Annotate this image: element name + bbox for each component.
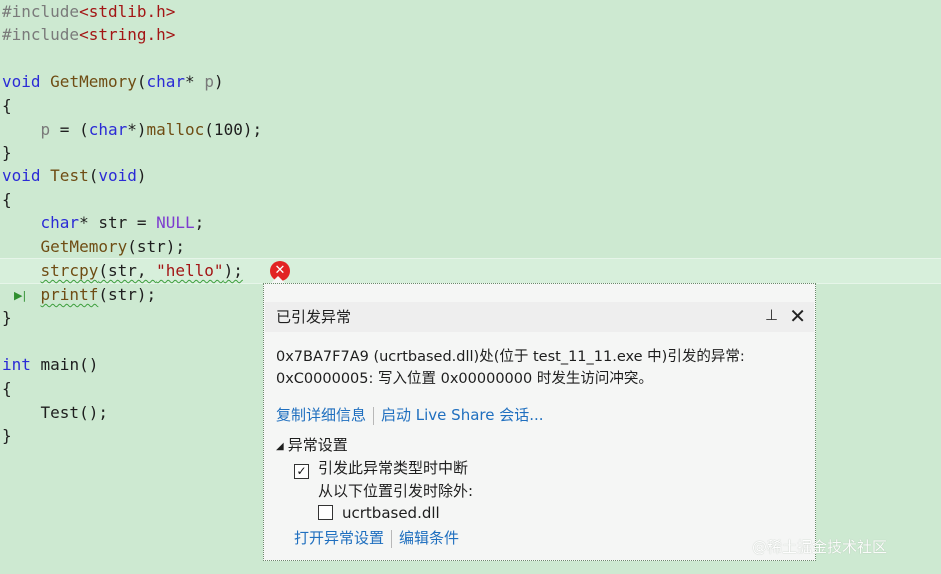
include-file: <stdlib.h>	[79, 2, 176, 21]
keyword: char	[40, 213, 80, 232]
code-line-11: GetMemory(str);	[2, 235, 186, 259]
code-line-14: }	[2, 308, 12, 327]
function-name: printf	[40, 285, 99, 304]
exception-message: 0x7BA7F7A9 (ucrtbased.dll)处(位于 test_11_1…	[276, 346, 806, 390]
function-name: Test	[50, 166, 89, 185]
close-icon[interactable]: ✕	[789, 304, 806, 328]
punct: ();	[79, 403, 108, 422]
punct: (str);	[98, 285, 157, 304]
string-literal: "hello"	[156, 261, 224, 280]
code-line-17: {	[2, 379, 12, 398]
punct: );	[223, 261, 243, 280]
punct: *)	[127, 120, 147, 139]
exception-message-line-1: 0x7BA7F7A9 (ucrtbased.dll)处(位于 test_11_1…	[276, 349, 745, 365]
code-line-1: #include<stdlib.h>	[2, 0, 175, 24]
squiggle-statement: printf	[41, 285, 99, 304]
popup-title: 已引发异常	[276, 308, 352, 326]
break-on-exception-label: 引发此异常类型时中断	[318, 459, 469, 477]
code-line-18: Test();	[2, 401, 108, 425]
break-on-exception-checkbox[interactable]: ✓	[294, 464, 309, 479]
code-line-19: }	[2, 426, 12, 445]
function-call: Test	[40, 403, 80, 422]
function-name: GetMemory	[50, 72, 137, 91]
preprocessor-directive: #include	[2, 2, 80, 21]
code-line-9: {	[2, 190, 12, 209]
function-name: strcpy	[40, 261, 99, 280]
except-label: 从以下位置引发时除外:	[318, 482, 474, 500]
code-line-4: void GetMemory(char* p)	[2, 70, 224, 94]
punct: = (	[50, 120, 89, 139]
open-exception-settings-link[interactable]: 打开异常设置	[294, 529, 384, 547]
function-name: malloc	[146, 120, 205, 139]
popup-settings-links: 打开异常设置 编辑条件	[294, 527, 459, 549]
ucrtbased-checkbox[interactable]	[318, 505, 333, 520]
keyword: char	[146, 72, 186, 91]
punct: )	[213, 72, 224, 91]
code-line-2: #include<string.h>	[2, 23, 175, 47]
include-file: <string.h>	[79, 25, 176, 44]
keyword: void	[2, 166, 41, 185]
live-share-link[interactable]: 启动 Live Share 会话...	[381, 406, 544, 424]
code-line-12: strcpy(str, "hello");	[2, 259, 243, 283]
popup-action-links: 复制详细信息 启动 Live Share 会话...	[276, 404, 544, 426]
punct: (100);	[204, 120, 263, 139]
code-line-16: int main()	[2, 353, 98, 377]
edit-conditions-link[interactable]: 编辑条件	[399, 529, 459, 547]
exception-message-line-2: 0xC0000005: 写入位置 0x00000000 时发生访问冲突。	[276, 371, 653, 387]
keyword: char	[88, 120, 128, 139]
pin-icon[interactable]: ⊥	[765, 306, 778, 324]
function-name: main()	[30, 355, 99, 374]
watermark: @稀土掘金技术社区	[752, 538, 888, 556]
parameter: p	[40, 120, 51, 139]
code-line-7: }	[2, 143, 12, 162]
squiggle-statement: strcpy(str, "hello");	[41, 261, 243, 280]
preprocessor-directive: #include	[2, 25, 80, 44]
keyword: int	[2, 355, 31, 374]
punct: * str =	[79, 213, 157, 232]
popup-title-bar: 已引发异常 ⊥ ✕	[265, 302, 814, 332]
code-line-10: char* str = NULL;	[2, 211, 205, 235]
exception-settings-title: 异常设置	[287, 436, 348, 454]
punct: (	[88, 166, 99, 185]
collapse-triangle-icon[interactable]: ◢	[276, 441, 284, 452]
exception-settings-section[interactable]: ◢ 异常设置	[276, 434, 348, 458]
parameter: p	[204, 72, 214, 91]
break-on-exception-option[interactable]: ✓ 引发此异常类型时中断	[294, 457, 468, 479]
keyword: void	[98, 166, 137, 185]
punct: *	[185, 72, 205, 91]
code-line-5: {	[2, 96, 12, 115]
keyword: void	[2, 72, 41, 91]
ucrtbased-option[interactable]: ucrtbased.dll	[318, 502, 440, 524]
next-statement-arrow-icon[interactable]: ▶|	[14, 289, 26, 302]
copy-details-link[interactable]: 复制详细信息	[276, 406, 366, 424]
punct: (str,	[98, 261, 157, 280]
link-separator	[391, 529, 393, 548]
code-line-8: void Test(void)	[2, 164, 147, 188]
function-name: GetMemory	[40, 237, 128, 256]
punct: )	[136, 166, 147, 185]
punct: ;	[194, 213, 205, 232]
code-line-6: p = (char*)malloc(100);	[2, 118, 263, 142]
ucrtbased-label: ucrtbased.dll	[342, 504, 440, 522]
macro: NULL	[156, 213, 195, 232]
punct: (str);	[127, 237, 186, 256]
link-separator	[373, 406, 375, 425]
punct: (	[136, 72, 147, 91]
exception-popup: 已引发异常 ⊥ ✕ 0x7BA7F7A9 (ucrtbased.dll)处(位于…	[263, 283, 816, 561]
